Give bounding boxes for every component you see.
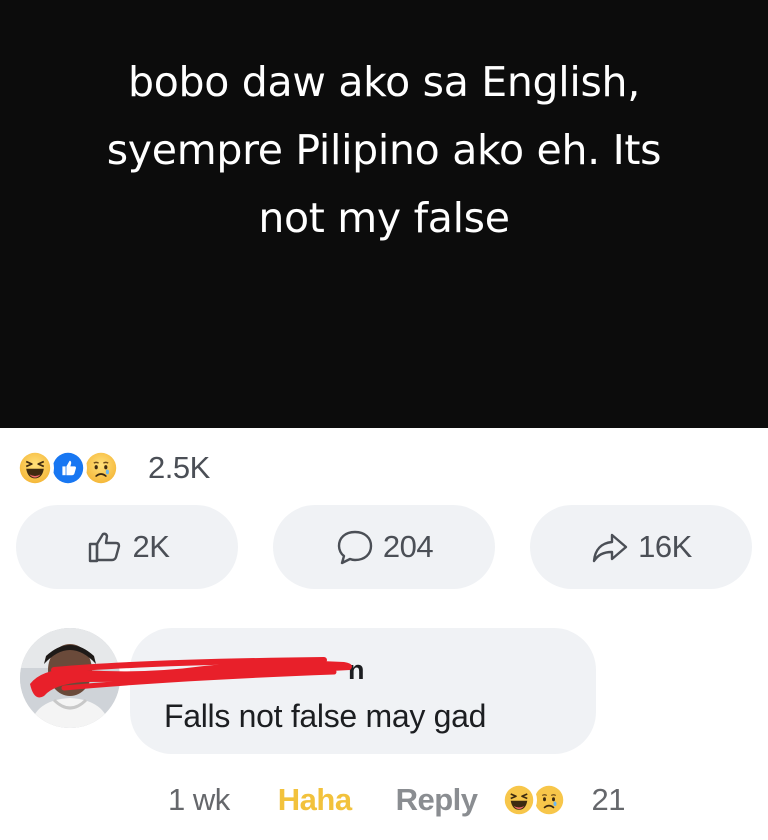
reaction-icons: [16, 446, 136, 490]
comment-meta: 1 wk Haha Reply 21: [168, 778, 625, 822]
comment-text: Falls not false may gad: [164, 698, 487, 734]
share-button[interactable]: 16K: [530, 505, 752, 589]
redaction-scribble: [24, 644, 364, 706]
comment-reaction-icons[interactable]: [501, 780, 587, 820]
thumbs-up-icon: [85, 527, 125, 567]
like-button[interactable]: 2K: [16, 505, 238, 589]
post-text-line: bobo daw ako sa English,: [128, 58, 640, 106]
reaction-button[interactable]: Haha: [278, 782, 352, 818]
like-icon: [49, 449, 87, 487]
comment-count: 204: [382, 529, 434, 564]
haha-icon: [501, 782, 538, 818]
post-screenshot: bobo daw ako sa English, syempre Pilipin…: [0, 0, 768, 840]
haha-icon: [16, 449, 54, 487]
comment-timestamp[interactable]: 1 wk: [168, 782, 230, 818]
like-count: 2K: [132, 529, 170, 564]
share-count: 16K: [638, 529, 692, 564]
sad-icon: [82, 449, 120, 487]
comment-button[interactable]: 204: [273, 505, 495, 589]
share-icon: [590, 527, 630, 567]
reaction-count: 2.5K: [148, 450, 210, 485]
comment-icon: [335, 527, 375, 567]
reactions-summary[interactable]: 2.5K: [16, 446, 210, 490]
post-text: bobo daw ako sa English, syempre Pilipin…: [19, 48, 749, 252]
comment-reaction-count: 21: [591, 782, 625, 817]
post-image: bobo daw ako sa English, syempre Pilipin…: [0, 0, 768, 428]
reply-button[interactable]: Reply: [396, 782, 478, 818]
post-text-line: syempre Pilipino ako eh. Its: [106, 126, 662, 174]
post-text-line: not my false: [258, 194, 510, 242]
